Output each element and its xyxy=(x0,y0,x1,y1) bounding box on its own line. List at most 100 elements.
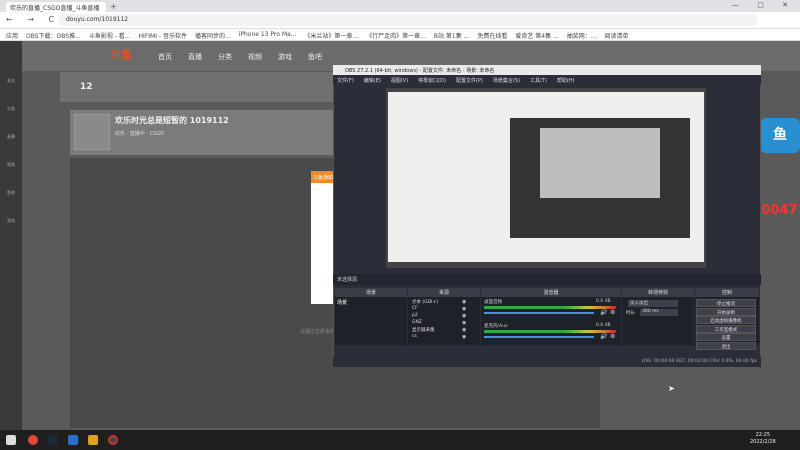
nav-item[interactable]: 游戏 xyxy=(278,52,292,62)
eye-icon[interactable]: ◉ xyxy=(462,306,466,312)
obs-control-button[interactable]: 工作室模式 xyxy=(696,324,756,333)
promo-badge[interactable]: 鱼 xyxy=(760,118,800,153)
obs-menu-item[interactable]: 视图(V) xyxy=(391,77,408,84)
speaker-icon[interactable]: 🔊 xyxy=(600,309,607,316)
notice-popup xyxy=(311,171,335,304)
scene-item[interactable]: 场景 xyxy=(337,299,347,306)
nav-item[interactable]: 首页 xyxy=(158,52,172,62)
nav-item[interactable]: 鱼吧 xyxy=(308,52,322,62)
mixer-channel-db: 0.0 dB xyxy=(596,299,611,304)
obs-menu-item[interactable]: 工具(T) xyxy=(530,77,547,84)
controls-dock-header: 控制 xyxy=(695,288,759,297)
room-title: 欢乐时光总是短暂的 1019112 xyxy=(115,116,229,125)
bookmark-item[interactable]: 应用 xyxy=(6,31,18,40)
obs-menubar: 文件(F) 编辑(E) 视图(V) 停靠窗口(D) 配置文件(P) 场景集合(S) 工具(T… xyxy=(333,75,761,85)
source-item[interactable]: GNZ xyxy=(412,320,422,325)
browser-tabstrip xyxy=(0,0,800,12)
sidebar-item[interactable]: 分类 xyxy=(2,106,20,112)
app-icon-2[interactable] xyxy=(88,435,98,445)
source-item[interactable]: cs xyxy=(412,334,417,339)
bookmark-item[interactable]: B站 第1集 ... xyxy=(434,31,469,40)
mixer-channel-name: 麦克风/Aux xyxy=(484,324,508,329)
eye-icon[interactable]: ◉ xyxy=(462,320,466,326)
app-icon[interactable] xyxy=(68,435,78,445)
duration-label: 时长 xyxy=(626,311,635,316)
eye-icon[interactable]: ◉ xyxy=(462,327,466,333)
sidebar-item[interactable]: 视频 xyxy=(2,162,20,168)
mixer-dock-header: 混音器 xyxy=(481,288,621,297)
volume-slider[interactable] xyxy=(484,312,594,314)
volume-slider[interactable] xyxy=(484,336,594,338)
nav-item[interactable]: 视频 xyxy=(248,52,262,62)
transition-select[interactable]: 淡入淡出 xyxy=(628,300,678,307)
obs-menu-item[interactable]: 停靠窗口(D) xyxy=(418,77,446,84)
eye-icon[interactable]: ◉ xyxy=(462,334,466,340)
nav-buttons[interactable]: ← → C xyxy=(6,15,60,24)
window-controls[interactable]: — ▢ ✕ xyxy=(732,1,796,9)
url-input[interactable]: douyu.com/1019112 xyxy=(58,14,758,26)
gear-icon[interactable]: ⚙ xyxy=(610,309,615,316)
bookmark-item[interactable]: 阅读清单 xyxy=(604,31,628,40)
sidebar-item[interactable]: 游戏 xyxy=(2,218,20,224)
bookmark-item[interactable]: 《米兰站》第一章... xyxy=(304,31,358,40)
bookmark-item[interactable]: 免费在线看 xyxy=(477,31,507,40)
nav-item[interactable]: 直播 xyxy=(188,52,202,62)
obs-menu-item[interactable]: 配置文件(P) xyxy=(456,77,483,84)
transitions-dock-header: 转场特效 xyxy=(622,288,694,297)
bookmark-item[interactable]: 斗鱼影视 - 看... xyxy=(89,31,131,40)
chrome-icon[interactable] xyxy=(28,435,38,445)
sources-dock-header: 来源 xyxy=(408,288,480,297)
site-sidebar xyxy=(0,41,22,430)
bookmark-item[interactable]: 爱奇艺 第4集 ... xyxy=(515,31,558,40)
site-logo[interactable]: 斗鱼 xyxy=(110,46,132,62)
obs-titlebar[interactable]: OBS 27.2.1 (64-bit, windows) - 配置文件: 未命名… xyxy=(333,65,761,75)
obs-menu-item[interactable]: 帮助(H) xyxy=(557,77,575,84)
source-item[interactable]: 文本 (GDI+) xyxy=(412,299,438,305)
windows-start-icon[interactable] xyxy=(6,435,16,445)
follow-count: 12 xyxy=(80,82,93,92)
obs-control-button[interactable]: 启动虚拟摄像机 xyxy=(696,316,756,324)
source-item[interactable]: CF xyxy=(412,306,418,311)
bookmark-item[interactable]: iPhone 13 Pro Ma... xyxy=(239,31,297,38)
obs-control-button[interactable]: 退出 xyxy=(696,341,756,350)
speaker-icon[interactable]: 🔊 xyxy=(600,333,607,340)
new-tab-button[interactable]: + xyxy=(110,2,117,11)
obs-menu-item[interactable]: 场景集合(S) xyxy=(493,77,520,84)
sidebar-item[interactable]: 关注 xyxy=(2,78,20,84)
steam-icon[interactable] xyxy=(48,435,58,445)
obs-control-button[interactable]: 设置 xyxy=(696,333,756,341)
preview-nested-capture xyxy=(540,128,660,198)
sidebar-item[interactable]: 鱼吧 xyxy=(2,190,20,196)
eye-icon[interactable]: ◉ xyxy=(462,299,466,305)
volume-meter xyxy=(484,306,616,309)
duration-input[interactable]: 300 ms xyxy=(640,309,678,316)
bookmark-item[interactable]: 播客同步的... xyxy=(195,31,231,40)
obs-menu-item[interactable]: 文件(F) xyxy=(337,77,354,84)
volume-meter xyxy=(484,330,616,333)
sidebar-item[interactable]: 直播 xyxy=(2,134,20,140)
bookmark-item[interactable]: OBS下载：OBS推... xyxy=(26,31,81,40)
browser-tab[interactable]: 欢乐的直播_CSGO直播_斗鱼直播 xyxy=(6,2,106,12)
source-item[interactable]: 显示器采集 xyxy=(412,327,435,333)
bookmarks-bar: 应用 OBS下载：OBS推... 斗鱼影视 - 看... HIFIMI - 音乐软件播… xyxy=(0,29,800,41)
follow-strip xyxy=(60,72,340,102)
bookmark-item[interactable]: 《行尸走肉》第一章... xyxy=(366,31,426,40)
room-subtitle: 欢乐 · 直播中 · CSGO xyxy=(115,131,165,137)
obs-control-button[interactable]: 开始录制 xyxy=(696,307,756,316)
gear-icon[interactable]: ⚙ xyxy=(610,333,615,340)
nav-item[interactable]: 分类 xyxy=(218,52,232,62)
clock-date: 2022/2/28 xyxy=(750,439,776,445)
obs-menu-item[interactable]: 编辑(E) xyxy=(364,77,381,84)
obs-taskbar-icon[interactable] xyxy=(108,435,118,445)
scenes-dock-header: 场景 xyxy=(335,288,407,297)
obs-statusbar: LIVE: 00:00:00 REC: 00:00:00 CPU: 0.9%, … xyxy=(333,357,761,367)
eye-icon[interactable]: ◉ xyxy=(462,313,466,319)
obs-control-button[interactable]: 停止推流 xyxy=(696,299,756,307)
streamer-avatar[interactable] xyxy=(74,114,110,150)
taskbar-clock: 22:25 2022/2/28 xyxy=(750,432,776,446)
mixer-channel-name: 桌面音频 xyxy=(484,300,502,305)
source-item[interactable]: p2 xyxy=(412,313,418,318)
clock-time: 22:25 xyxy=(755,432,771,438)
bookmark-item[interactable]: 抽奖网：... xyxy=(567,31,597,40)
bookmark-item[interactable]: HIFIMI - 音乐软件 xyxy=(139,31,187,40)
